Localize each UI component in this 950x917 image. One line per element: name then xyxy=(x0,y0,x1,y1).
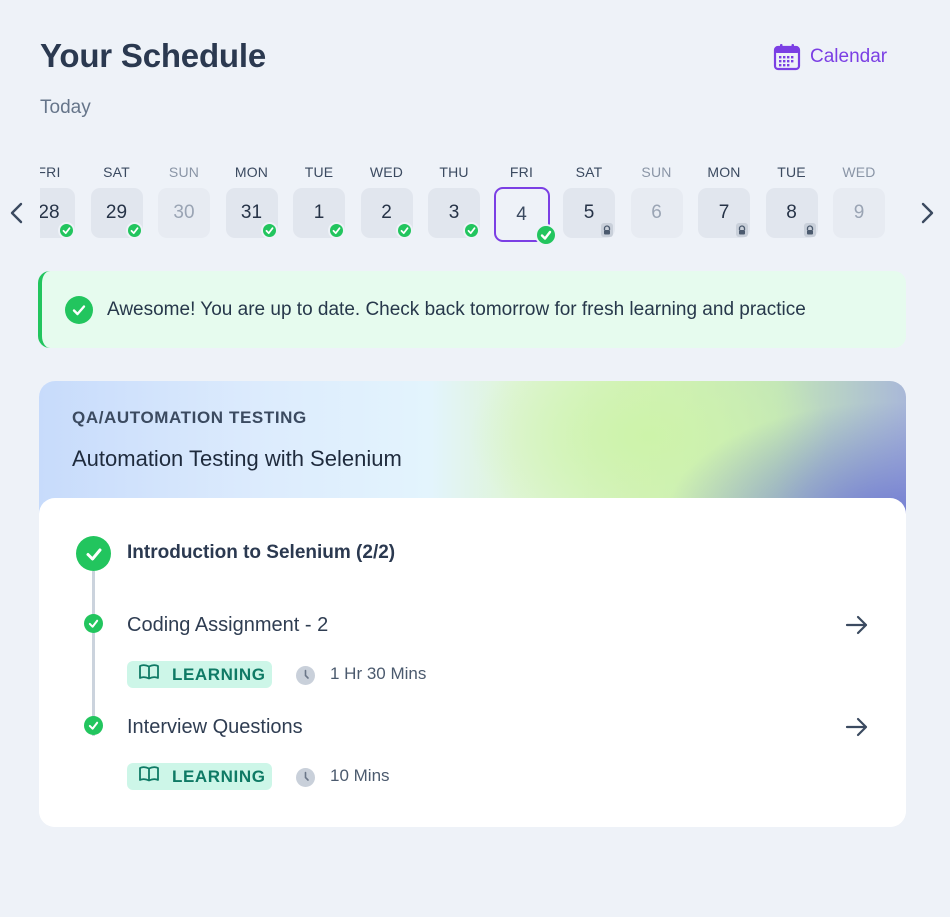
date-weekday: MON xyxy=(234,164,269,180)
prev-dates-button[interactable] xyxy=(4,200,30,226)
list-item[interactable]: Interview Questions LEARNING 10 Mins xyxy=(39,716,906,806)
tag-label: LEARNING xyxy=(172,664,266,684)
check-circle-icon xyxy=(328,222,345,239)
course-card: QA/AUTOMATION TESTING Automation Testing… xyxy=(39,381,906,827)
arrow-right-icon[interactable] xyxy=(844,714,870,740)
item-title[interactable]: Interview Questions xyxy=(127,716,303,739)
learning-tag: LEARNING xyxy=(127,763,272,790)
date-number: 9 xyxy=(833,188,885,238)
schedule-page: Your Schedule Today Calendar FRI 28 SAT 29 S… xyxy=(0,0,950,917)
date-weekday: WED xyxy=(842,164,876,180)
date-number: 30 xyxy=(158,188,210,238)
calendar-button[interactable]: Calendar xyxy=(773,43,887,71)
check-circle-icon xyxy=(84,614,103,633)
date-weekday: THU xyxy=(439,164,469,180)
item-title[interactable]: Coding Assignment - 2 xyxy=(127,614,328,637)
date-item[interactable]: THU 3 xyxy=(428,160,480,250)
date-weekday: SAT xyxy=(103,164,130,180)
date-item[interactable]: SAT 5 xyxy=(563,160,615,250)
item-duration: 1 Hr 30 Mins xyxy=(330,664,427,683)
lock-icon xyxy=(803,223,816,237)
page-subtitle: Today xyxy=(40,97,91,118)
clock-icon xyxy=(296,666,315,685)
date-item[interactable]: FRI 28 xyxy=(40,160,75,250)
clock-icon xyxy=(296,768,315,787)
book-icon xyxy=(138,765,160,788)
page-title: Your Schedule xyxy=(40,37,266,74)
date-item[interactable]: MON 7 xyxy=(698,160,750,250)
tag-label: LEARNING xyxy=(172,766,266,786)
list-item[interactable]: Coding Assignment - 2 LEARNING 1 Hr 30 M… xyxy=(39,614,906,704)
date-weekday: WED xyxy=(369,164,404,180)
date-item[interactable]: TUE 1 xyxy=(293,160,345,250)
date-weekday: FRI xyxy=(40,164,61,180)
date-weekday: MON xyxy=(707,164,741,180)
check-circle-icon xyxy=(84,716,103,735)
check-circle-icon xyxy=(534,224,557,246)
calendar-icon xyxy=(773,43,801,71)
calendar-button-label: Calendar xyxy=(810,46,888,67)
arrow-right-icon[interactable] xyxy=(844,612,870,638)
date-item[interactable]: WED 2 xyxy=(360,160,413,250)
date-item[interactable]: SUN 6 xyxy=(630,160,683,250)
date-weekday: TUE xyxy=(777,164,806,180)
banner-message: Awesome! You are up to date. Check back … xyxy=(107,298,806,320)
date-weekday: SAT xyxy=(575,164,603,180)
module-title: Introduction to Selenium (2/2) xyxy=(127,542,396,563)
chevron-left-icon xyxy=(10,202,23,224)
course-title: Automation Testing with Selenium xyxy=(72,446,402,471)
date-weekday: FRI xyxy=(509,164,534,180)
date-item[interactable]: SAT 29 xyxy=(90,160,143,250)
check-circle-icon xyxy=(65,295,93,324)
course-card-body: Introduction to Selenium (2/2) Coding As… xyxy=(39,498,906,827)
date-item[interactable]: FRI 4 xyxy=(493,160,557,250)
date-weekday: SUN xyxy=(641,164,672,180)
item-duration: 10 Mins xyxy=(330,766,390,785)
date-weekday: SUN xyxy=(168,164,200,180)
learning-tag: LEARNING xyxy=(127,661,272,688)
date-strip: FRI 28 SAT 29 SUN 30 MON 31 TUE 1 WED 2 THU 3 FRI 4 SAT 5… xyxy=(40,160,900,250)
date-item[interactable]: SUN 30 xyxy=(158,160,210,250)
date-weekday: TUE xyxy=(304,164,334,180)
check-circle-icon xyxy=(125,222,143,239)
chevron-right-icon xyxy=(921,202,934,224)
book-icon xyxy=(138,663,160,686)
lock-icon xyxy=(601,223,613,237)
date-item[interactable]: MON 31 xyxy=(225,160,278,250)
next-dates-button[interactable] xyxy=(914,200,940,226)
date-item[interactable]: WED 9 xyxy=(833,160,885,250)
check-circle-icon xyxy=(395,222,413,239)
check-circle-icon xyxy=(260,222,278,239)
lock-icon xyxy=(736,223,748,237)
check-circle-icon xyxy=(463,222,480,239)
check-circle-icon xyxy=(76,536,111,571)
check-circle-icon xyxy=(58,222,75,239)
date-item[interactable]: TUE 8 xyxy=(765,160,818,250)
date-number: 6 xyxy=(630,188,683,238)
course-category: QA/AUTOMATION TESTING xyxy=(72,408,307,427)
status-banner: Awesome! You are up to date. Check back … xyxy=(38,271,906,348)
